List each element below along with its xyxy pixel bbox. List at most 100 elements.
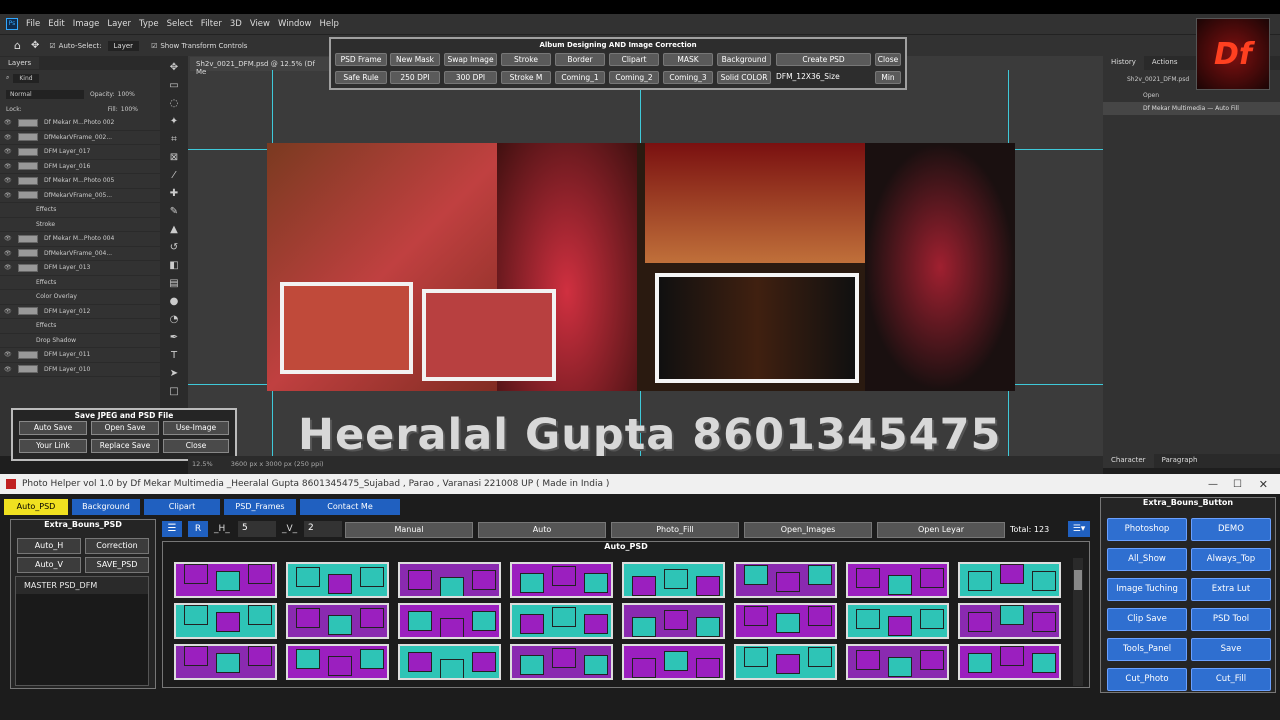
new-mask-button[interactable]: New Mask [390,53,440,66]
layer-row[interactable]: 👁 DFM Layer_013 [0,261,160,276]
layer-row[interactable]: 👁 DFM Layer_017 [0,145,160,160]
replace-save-button[interactable]: Replace Save [91,439,159,453]
visibility-eye-icon[interactable]: 👁 [4,177,14,184]
psd-template-thumbnail[interactable] [622,562,725,598]
menu-icon[interactable]: ☰ [162,521,182,537]
menu-view[interactable]: View [250,19,270,29]
open-images-button[interactable]: Open_Images [744,522,872,538]
psd-template-thumbnail[interactable] [286,603,389,639]
psd-template-thumbnail[interactable] [510,644,613,680]
solid-color-button[interactable]: Solid COLOR [717,71,771,84]
visibility-eye-icon[interactable]: 👁 [4,308,14,315]
create-psd-button[interactable]: Create PSD [776,53,871,66]
psd-list[interactable]: MASTER PSD_DFM [15,576,149,686]
show-transform-checkbox[interactable]: ☑ [151,42,157,50]
opacity-value[interactable]: 100% [118,91,135,98]
photoshop-button[interactable]: Photoshop [1107,518,1187,541]
clipart-button[interactable]: Clipart [609,53,659,66]
fill-value[interactable]: 100% [121,106,138,113]
psd-template-thumbnail[interactable] [174,562,277,598]
min-button[interactable]: Min [875,71,901,84]
psd-template-thumbnail[interactable] [398,644,501,680]
photo-fill-button[interactable]: Photo_Fill [611,522,739,538]
tab-contact-me[interactable]: Contact Me [300,499,400,515]
mask-button[interactable]: MASK [663,53,713,66]
manual-button[interactable]: Manual [345,522,473,538]
dodge-icon[interactable]: ◔ [168,314,180,326]
save-button[interactable]: Save [1191,638,1271,661]
history-item[interactable]: Df Mekar Multimedia — Auto Fill [1103,102,1280,115]
layer-row[interactable]: 👁 Df Mekar M...Photo 005 [0,174,160,189]
extra-lut-button[interactable]: Extra Lut [1191,578,1271,601]
layer-row[interactable]: Effects [0,203,160,218]
border-button[interactable]: Border [555,53,605,66]
blend-mode-select[interactable]: Normal [6,89,84,99]
cut-photo-button[interactable]: Cut_Photo [1107,668,1187,691]
menu-3d[interactable]: 3D [230,19,242,29]
psd-template-thumbnail[interactable] [286,562,389,598]
visibility-eye-icon[interactable]: 👁 [4,192,14,199]
visibility-eye-icon[interactable]: 👁 [4,250,14,257]
psd-tool-button[interactable]: PSD Tool [1191,608,1271,631]
auto-h-button[interactable]: Auto_H [17,538,81,554]
menu-image[interactable]: Image [73,19,100,29]
auto-select-checkbox[interactable]: ☑ [49,42,55,50]
layers-tab[interactable]: Layers [0,57,40,69]
demo-button[interactable]: DEMO [1191,518,1271,541]
psd-template-thumbnail[interactable] [734,562,837,598]
background-button[interactable]: Background [717,53,771,66]
eraser-icon[interactable]: ◧ [168,260,180,272]
psd-template-thumbnail[interactable] [734,644,837,680]
psd-template-thumbnail[interactable] [958,603,1061,639]
frame-icon[interactable]: ⊠ [168,152,180,164]
your-link-button[interactable]: Your Link [19,439,87,453]
menu-file[interactable]: File [26,19,40,29]
brush-icon[interactable]: ✎ [168,206,180,218]
minimize-icon[interactable]: — [1208,479,1218,490]
actions-tab[interactable]: Actions [1143,56,1186,70]
psd-template-thumbnail[interactable] [958,644,1061,680]
psd-template-thumbnail[interactable] [398,562,501,598]
history-brush-icon[interactable]: ↺ [168,242,180,254]
character-tab[interactable]: Character [1103,454,1154,468]
correction-button[interactable]: Correction [85,538,149,554]
visibility-eye-icon[interactable]: 👁 [4,134,14,141]
crop-icon[interactable]: ⌗ [168,134,180,146]
layer-select[interactable]: Layer [107,40,140,51]
cut-fill-button[interactable]: Cut_Fill [1191,668,1271,691]
menu-window[interactable]: Window [278,19,312,29]
healing-icon[interactable]: ✚ [168,188,180,200]
h-input[interactable]: 5 [238,521,276,537]
menu-select[interactable]: Select [167,19,193,29]
menu-filter[interactable]: Filter [201,19,222,29]
psd-frame-button[interactable]: PSD Frame [335,53,387,66]
layer-row[interactable]: Stroke [0,218,160,232]
visibility-eye-icon[interactable]: 👁 [4,264,14,271]
layer-row[interactable]: 👁 DfMekarVFrame_002... [0,131,160,145]
visibility-eye-icon[interactable]: 👁 [4,366,14,373]
magic-wand-icon[interactable]: ✦ [168,116,180,128]
save-psd-button[interactable]: SAVE_PSD [85,557,149,573]
gradient-icon[interactable]: ▤ [168,278,180,290]
move-icon[interactable]: ✥ [168,62,180,74]
rectangle-icon[interactable]: □ [168,386,180,398]
tab-psd-frames[interactable]: PSD_Frames [224,499,296,515]
open-leyar-button[interactable]: Open Leyar [877,522,1005,538]
coming-1-button[interactable]: Coming_1 [555,71,605,84]
menu-type[interactable]: Type [139,19,159,29]
auto-v-button[interactable]: Auto_V [17,557,81,573]
paragraph-tab[interactable]: Paragraph [1153,454,1206,468]
layer-row[interactable]: Effects [0,319,160,334]
visibility-eye-icon[interactable]: 👁 [4,148,14,155]
image-tuching-button[interactable]: Image Tuching [1107,578,1187,601]
home-icon[interactable]: ⌂ [14,39,21,52]
psd-template-thumbnail[interactable] [846,603,949,639]
move-tool-icon[interactable]: ✥ [31,40,39,51]
stamp-icon[interactable]: ▲ [168,224,180,236]
coming-2-button[interactable]: Coming_2 [609,71,659,84]
marquee-icon[interactable]: ▭ [168,80,180,92]
document-tab[interactable]: Sh2v_0021_DFM.psd @ 12.5% (Df Me [190,57,330,76]
psd-template-thumbnail[interactable] [734,603,837,639]
always-top-button[interactable]: Always_Top [1191,548,1271,571]
auto-button[interactable]: Auto [478,522,606,538]
